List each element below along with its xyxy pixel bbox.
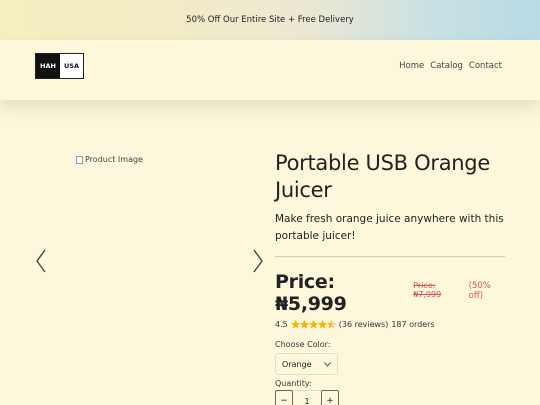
discount-badge: (50% off) — [468, 281, 491, 301]
quantity-decrease-button[interactable]: − — [275, 390, 293, 405]
price-row: Price: ₦5,999 Price: ₦7,999 (50% off) — [275, 271, 507, 315]
logo[interactable]: HAH USA — [35, 53, 84, 79]
chevron-right-icon — [253, 249, 263, 273]
rating-stars — [290, 320, 336, 329]
nav-home[interactable]: Home — [399, 61, 424, 71]
product-gallery: Product Image — [28, 150, 268, 390]
star-full-icon — [317, 320, 327, 329]
quantity-increase-button[interactable]: + — [321, 390, 339, 405]
color-select[interactable]: Orange — [275, 353, 338, 375]
logo-left-text: HAH — [36, 54, 60, 78]
old-price: Price: ₦7,999 — [413, 281, 442, 299]
chevron-down-icon — [324, 360, 331, 369]
main-nav: Home Catalog Contact — [399, 61, 502, 71]
promo-text: 50% Off Our Entire Site + Free Delivery — [186, 15, 354, 25]
star-half-icon — [326, 320, 336, 329]
chevron-left-icon — [36, 249, 46, 273]
quantity-input[interactable]: 1 — [293, 390, 321, 405]
site-header: HAH USA Home Catalog Contact — [0, 40, 540, 100]
nav-catalog[interactable]: Catalog — [430, 61, 463, 71]
rating-value: 4.5 — [275, 320, 288, 329]
product-description: Make fresh orange juice anywhere with th… — [275, 213, 504, 242]
rating-row: 4.5 (36 reviews) 187 orders — [275, 320, 507, 329]
product-image-alt: Product Image — [85, 155, 143, 164]
product-info: Portable USB Orange Juicer Make fresh or… — [275, 150, 507, 405]
divider — [275, 256, 505, 257]
star-full-icon — [299, 320, 309, 329]
nav-contact[interactable]: Contact — [469, 61, 502, 71]
promo-banner: 50% Off Our Entire Site + Free Delivery — [0, 0, 540, 40]
broken-image-icon — [76, 155, 83, 164]
product-title: Portable USB Orange Juicer — [275, 151, 490, 202]
product-image: Product Image — [76, 155, 143, 164]
order-count: 187 orders — [391, 320, 435, 329]
gallery-next-button[interactable] — [250, 248, 266, 274]
star-full-icon — [308, 320, 318, 329]
review-count[interactable]: (36 reviews) — [339, 320, 389, 329]
logo-right-text: USA — [64, 62, 79, 70]
quantity-label: Quantity: — [275, 379, 312, 388]
color-select-value: Orange — [282, 359, 312, 369]
gallery-prev-button[interactable] — [33, 248, 49, 274]
star-full-icon — [290, 320, 300, 329]
current-price: Price: ₦5,999 — [275, 271, 347, 315]
quantity-stepper: − 1 + — [275, 390, 507, 405]
color-label: Choose Color: — [275, 340, 331, 349]
